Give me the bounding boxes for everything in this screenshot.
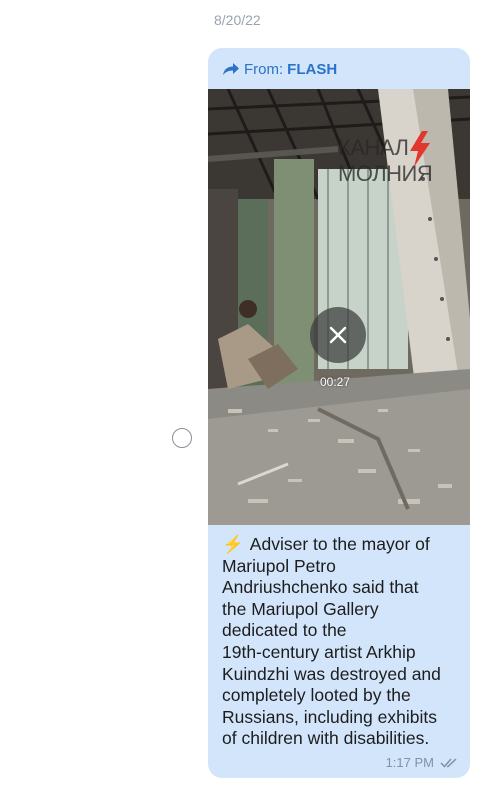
message-time: 1:17 PM bbox=[385, 755, 434, 770]
video-cancel-button[interactable] bbox=[310, 307, 366, 363]
lightning-icon bbox=[410, 131, 430, 167]
forward-source-name[interactable]: FLASH bbox=[287, 61, 337, 78]
forward-arrow-icon bbox=[223, 63, 239, 75]
message-body: ⚡ Adviser to the mayor of Mariupol Petro … bbox=[222, 534, 462, 750]
video-duration: 00:27 bbox=[320, 375, 351, 389]
message-text: Adviser to the mayor of Mariupol Petro A… bbox=[222, 534, 441, 749]
close-x-icon bbox=[329, 326, 347, 344]
lightning-emoji: ⚡ bbox=[222, 534, 244, 554]
forward-prefix: From: bbox=[244, 60, 284, 78]
forwarded-header[interactable]: From: FLASH bbox=[222, 59, 337, 79]
video-preview[interactable]: КАНАЛ МОЛНИЯ 00:27 bbox=[208, 89, 470, 525]
date-separator: 8/20/22 bbox=[214, 12, 261, 28]
message-bubble[interactable]: From: FLASH КАНАЛ МОЛНИЯ 00:27 ⚡ Adviser… bbox=[208, 48, 470, 778]
message-select-radio[interactable] bbox=[172, 428, 192, 448]
message-meta: 1:17 PM bbox=[386, 755, 458, 770]
chat-screen: 8/20/22 From: FLASH КАНАЛ МОЛНИЯ 00:27 ⚡… bbox=[0, 0, 480, 792]
video-watermark: КАНАЛ МОЛНИЯ bbox=[338, 131, 433, 187]
double-check-icon bbox=[440, 758, 457, 768]
